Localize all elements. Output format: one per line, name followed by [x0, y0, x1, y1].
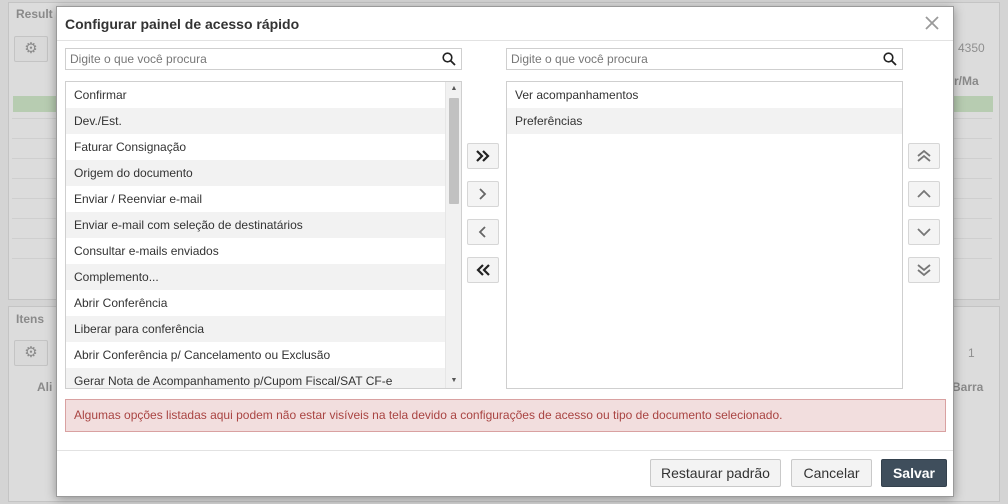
selected-options-list: Ver acompanhamentos Preferências [506, 81, 903, 389]
dialog-footer: Restaurar padrão Cancelar Salvar [57, 450, 953, 496]
chevron-right-icon [479, 188, 487, 200]
chevron-up-icon [917, 189, 931, 198]
move-top-button[interactable] [908, 143, 940, 169]
items-column-right: Barra [952, 380, 984, 394]
selected-options-items: Ver acompanhamentos Preferências [507, 82, 902, 134]
results-count: 4350 [958, 41, 985, 55]
results-label: Result [16, 7, 53, 21]
available-search-input[interactable] [66, 49, 461, 69]
search-icon[interactable] [883, 52, 897, 66]
list-item[interactable]: Abrir Conferência p/ Cancelamento ou Exc… [66, 342, 446, 368]
list-item[interactable]: Enviar / Reenviar e-mail [66, 186, 446, 212]
close-button[interactable] [921, 11, 943, 35]
results-settings-button[interactable]: ⚙ [14, 36, 48, 62]
items-settings-button[interactable]: ⚙ [14, 340, 48, 366]
search-icon[interactable] [442, 52, 456, 66]
items-page: 1 [968, 346, 975, 360]
double-chevron-right-icon [476, 150, 490, 162]
list-item[interactable]: Preferências [507, 108, 902, 134]
double-chevron-left-icon [476, 264, 490, 276]
close-icon [925, 16, 939, 30]
move-up-button[interactable] [908, 181, 940, 207]
list-item[interactable]: Faturar Consignação [66, 134, 446, 160]
access-warning-alert: Algumas opções listadas aqui podem não e… [65, 399, 946, 432]
double-chevron-up-icon [917, 149, 931, 162]
double-chevron-down-icon [917, 264, 931, 277]
quick-access-dialog: Configurar painel de acesso rápido Confi… [56, 6, 954, 497]
list-item[interactable]: Abrir Conferência [66, 290, 446, 316]
dialog-title: Configurar painel de acesso rápido [65, 16, 300, 32]
restore-default-button[interactable]: Restaurar padrão [650, 459, 781, 487]
selected-search-input[interactable] [507, 49, 902, 69]
list-item[interactable]: Dev./Est. [66, 108, 446, 134]
scroll-down-arrow-icon[interactable]: ▼ [446, 374, 461, 388]
scroll-thumb[interactable] [449, 98, 459, 204]
chevron-left-icon [478, 226, 486, 238]
move-all-left-button[interactable] [467, 257, 499, 283]
scroll-up-arrow-icon[interactable]: ▲ [446, 82, 461, 96]
scrollbar[interactable]: ▲ ▼ [445, 82, 461, 388]
available-search-field [65, 48, 462, 70]
save-button[interactable]: Salvar [881, 459, 947, 487]
list-item[interactable]: Liberar para conferência [66, 316, 446, 342]
list-item[interactable]: Ver acompanhamentos [507, 82, 902, 108]
list-item[interactable]: Gerar Nota de Acompanhamento p/Cupom Fis… [66, 368, 446, 388]
items-column-left: Ali [37, 380, 53, 394]
move-all-right-button[interactable] [467, 143, 499, 169]
list-item[interactable]: Origem do documento [66, 160, 446, 186]
chevron-down-icon [917, 228, 931, 237]
items-label: Itens [16, 312, 45, 326]
list-item[interactable]: Consultar e-mails enviados [66, 238, 446, 264]
selected-search-field [506, 48, 903, 70]
dialog-header: Configurar painel de acesso rápido [57, 7, 953, 41]
cancel-button[interactable]: Cancelar [791, 459, 872, 487]
list-item[interactable]: Confirmar [66, 82, 446, 108]
available-options-list: Confirmar Dev./Est. Faturar Consignação Ori… [65, 81, 462, 389]
move-bottom-button[interactable] [908, 257, 940, 283]
list-item[interactable]: Enviar e-mail com seleção de destinatári… [66, 212, 446, 238]
results-column-header: r/Ma [954, 74, 979, 88]
move-down-button[interactable] [908, 219, 940, 245]
available-options-items: Confirmar Dev./Est. Faturar Consignação Ori… [66, 82, 446, 388]
move-left-button[interactable] [467, 219, 499, 245]
move-right-button[interactable] [467, 181, 499, 207]
list-item[interactable]: Complemento... [66, 264, 446, 290]
